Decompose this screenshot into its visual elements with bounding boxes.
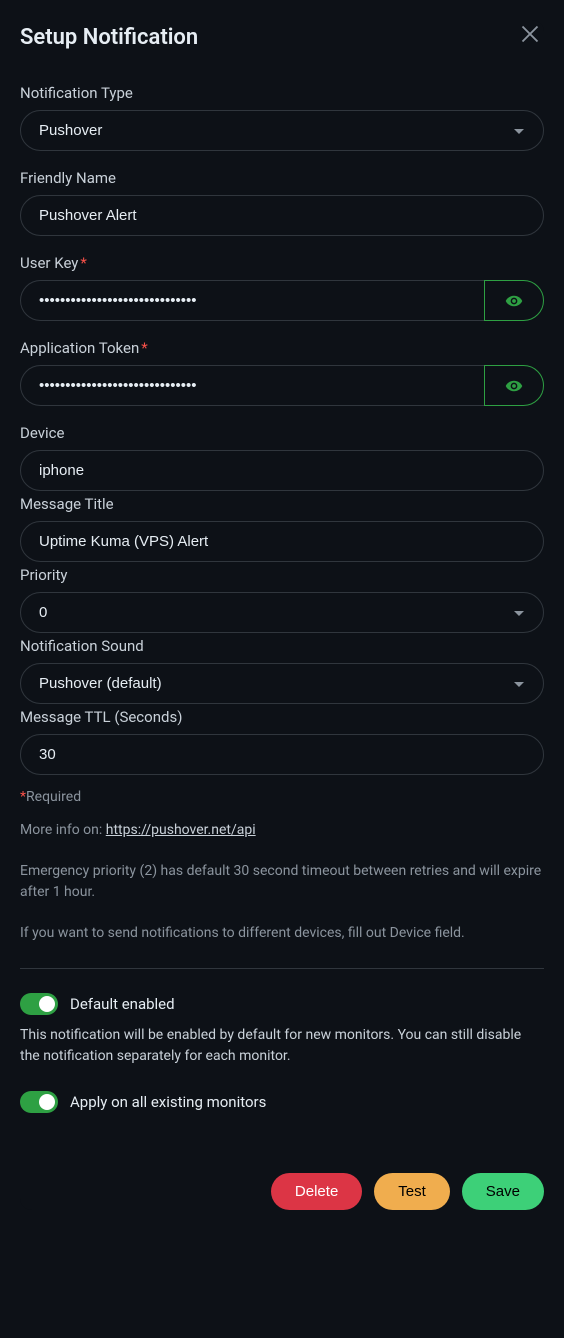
message-ttl-label: Message TTL (Seconds) [20, 708, 544, 726]
application-token-input[interactable] [20, 365, 484, 406]
device-label: Device [20, 424, 544, 442]
device-input[interactable] [20, 450, 544, 491]
more-info-link[interactable]: https://pushover.net/api [106, 822, 256, 838]
modal-header: Setup Notification [20, 20, 544, 54]
required-note: *Required [20, 787, 544, 808]
eye-icon [505, 292, 523, 310]
default-enabled-toggle[interactable] [20, 993, 58, 1015]
apply-all-label: Apply on all existing monitors [70, 1093, 266, 1111]
emergency-note: Emergency priority (2) has default 30 se… [20, 861, 544, 903]
modal-footer: Delete Test Save [20, 1173, 544, 1210]
friendly-name-input[interactable] [20, 195, 544, 236]
eye-icon [505, 377, 523, 395]
default-enabled-label: Default enabled [70, 995, 175, 1013]
device-note: If you want to send notifications to dif… [20, 923, 544, 944]
save-button[interactable]: Save [462, 1173, 544, 1210]
priority-select[interactable]: 0 [20, 592, 544, 633]
application-token-reveal-button[interactable] [484, 365, 544, 406]
message-ttl-input[interactable] [20, 734, 544, 775]
delete-button[interactable]: Delete [271, 1173, 362, 1210]
application-token-label: Application Token* [20, 339, 544, 357]
apply-all-toggle[interactable] [20, 1091, 58, 1113]
more-info-text: More info on: https://pushover.net/api [20, 820, 544, 841]
setup-notification-modal: Setup Notification Notification Type Pus… [20, 20, 544, 1210]
notification-type-label: Notification Type [20, 84, 544, 102]
test-button[interactable]: Test [374, 1173, 450, 1210]
default-enabled-description: This notification will be enabled by def… [20, 1025, 544, 1067]
message-title-input[interactable] [20, 521, 544, 562]
divider [20, 968, 544, 969]
notification-sound-select[interactable]: Pushover (default) [20, 663, 544, 704]
notification-type-select[interactable]: Pushover [20, 110, 544, 151]
modal-title: Setup Notification [20, 25, 198, 50]
user-key-reveal-button[interactable] [484, 280, 544, 321]
close-button[interactable] [516, 20, 544, 54]
user-key-label: User Key* [20, 254, 544, 272]
priority-label: Priority [20, 566, 544, 584]
notification-sound-label: Notification Sound [20, 637, 544, 655]
close-icon [520, 24, 540, 44]
friendly-name-label: Friendly Name [20, 169, 544, 187]
message-title-label: Message Title [20, 495, 544, 513]
user-key-input[interactable] [20, 280, 484, 321]
